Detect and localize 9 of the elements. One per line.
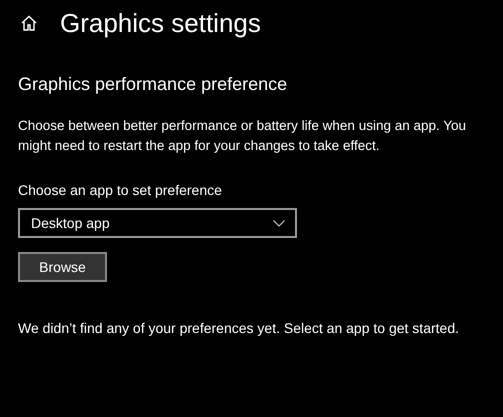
section-heading: Graphics performance preference	[18, 74, 288, 95]
home-icon[interactable]	[20, 14, 38, 32]
chevron-down-icon	[273, 220, 285, 226]
browse-button[interactable]: Browse	[18, 252, 107, 282]
description-text: Choose between better performance or battery life when using an app. You might need to restart the app for your changes to take effect.	[18, 117, 468, 155]
page-title: Graphics settings	[60, 8, 261, 38]
field-label: Choose an app to set preference	[18, 182, 223, 198]
status-message: We didn’t find any of your preferences yet. Select an app to get started.	[18, 319, 460, 338]
app-type-dropdown[interactable]: Desktop app	[18, 208, 297, 238]
